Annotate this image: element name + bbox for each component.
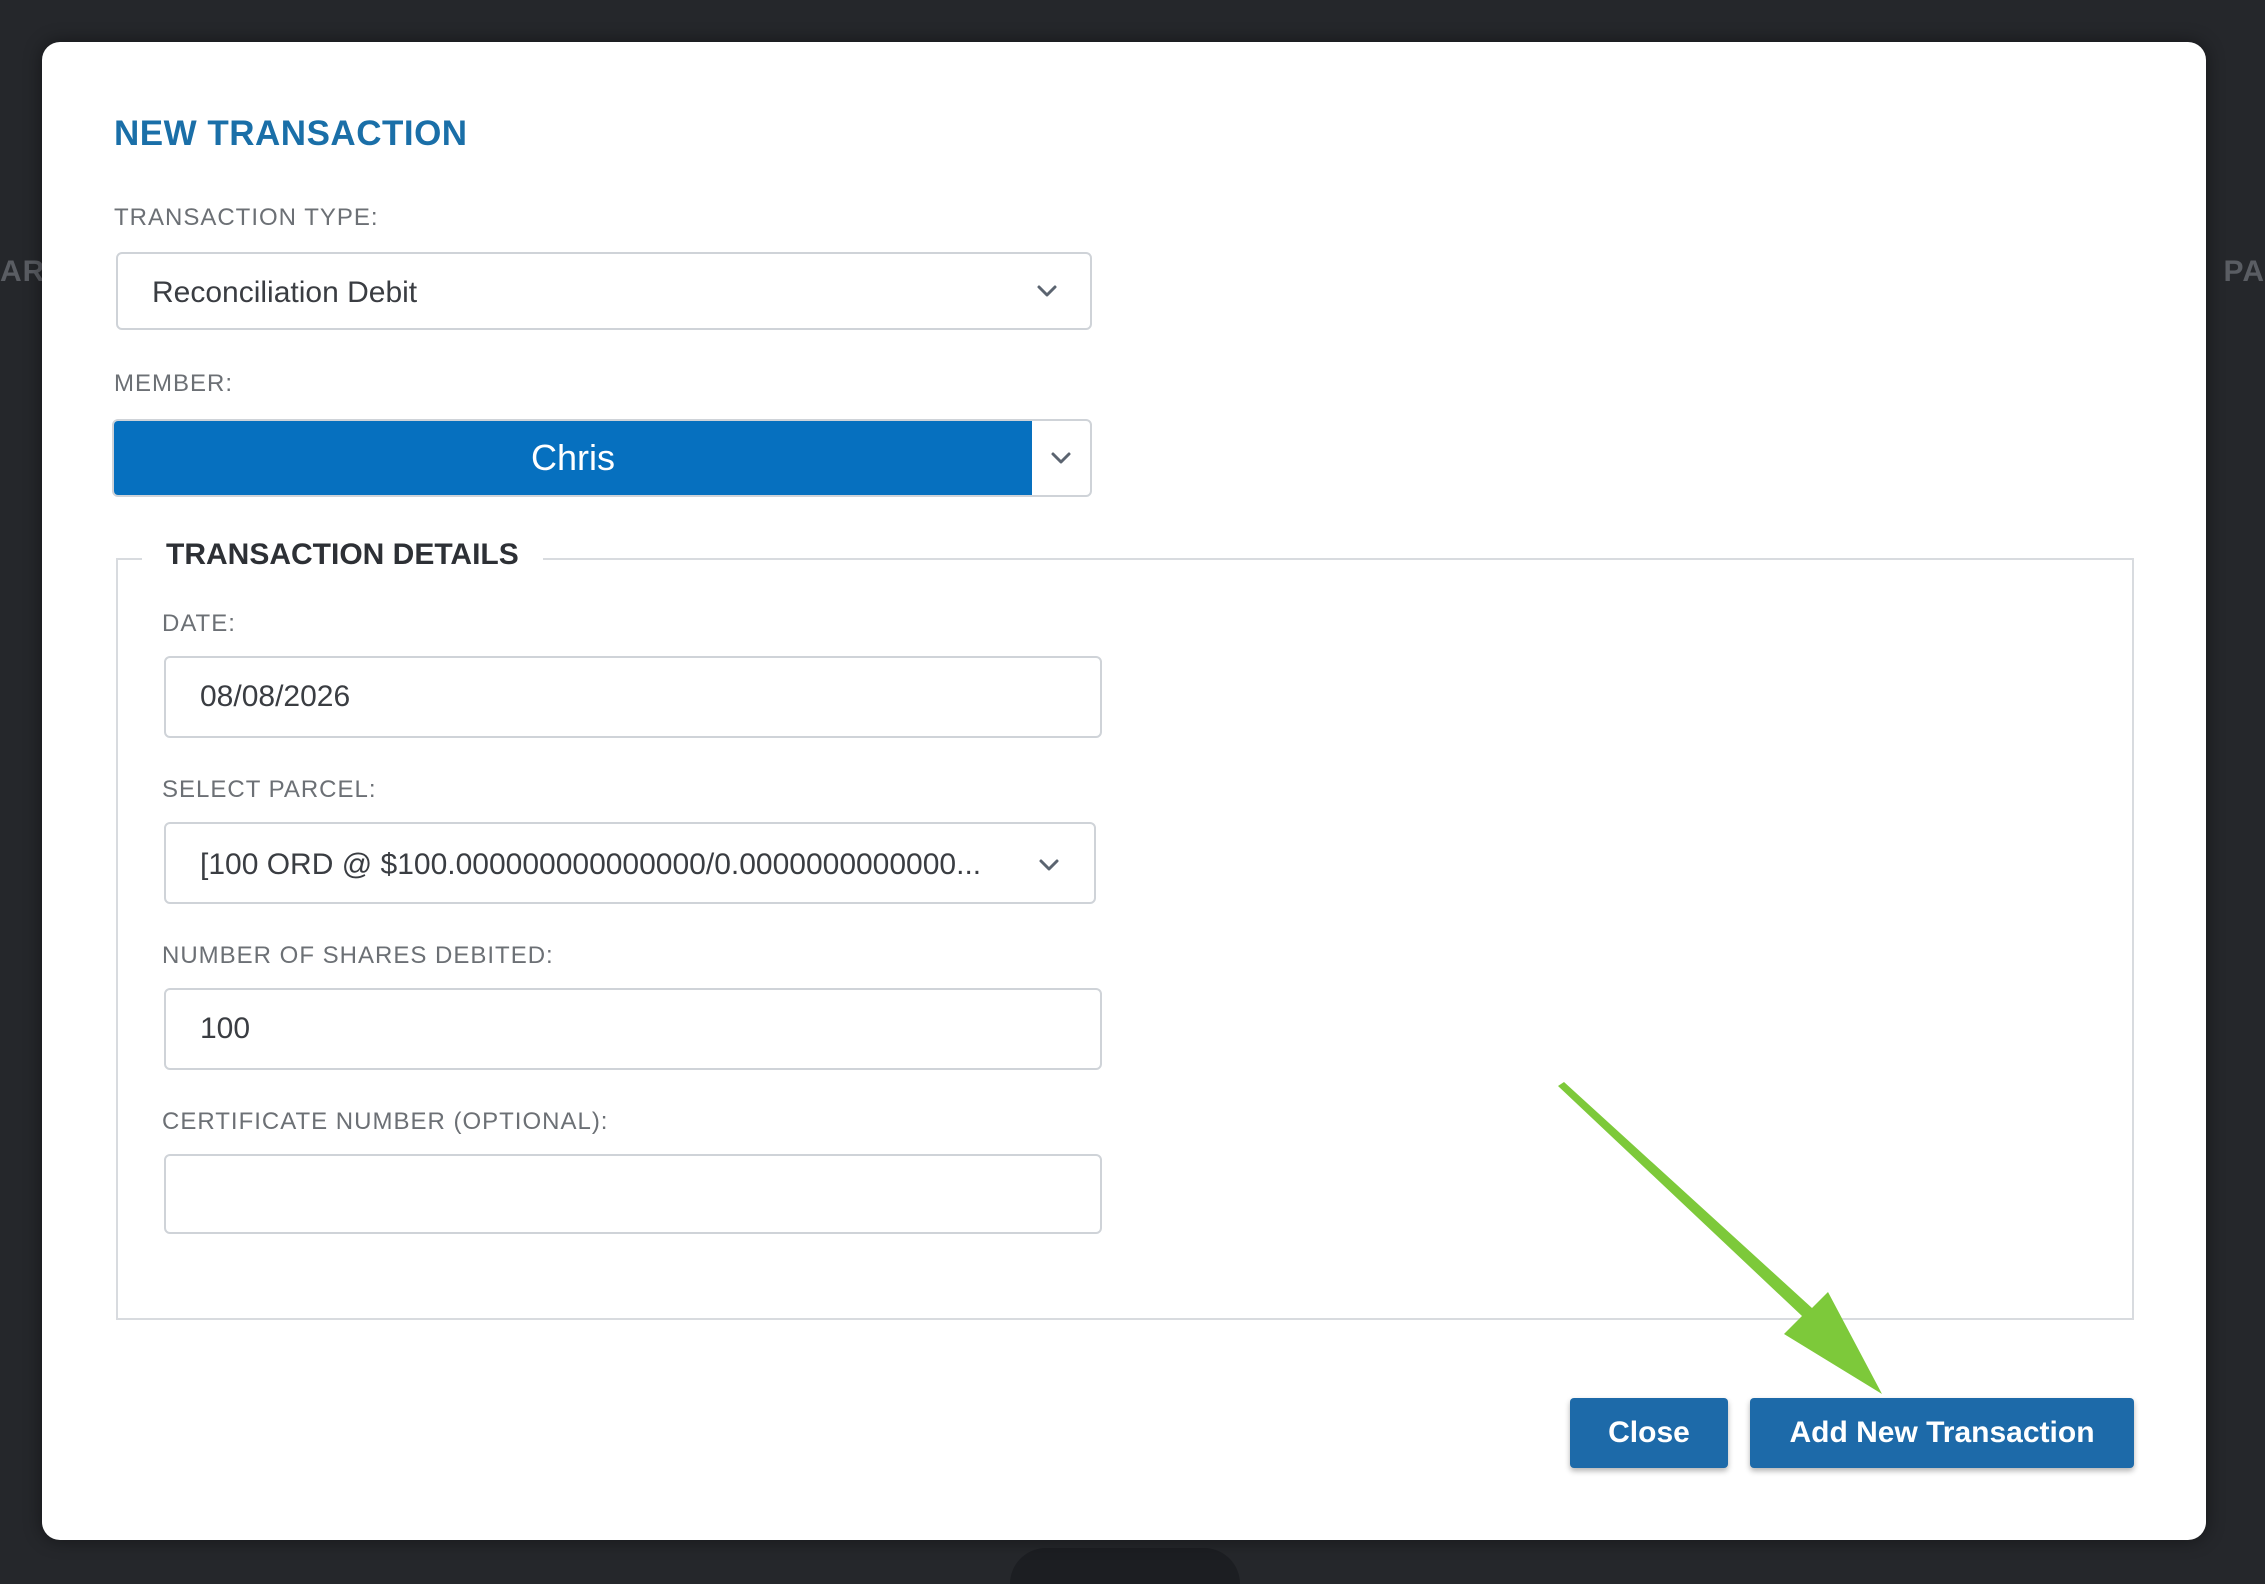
transaction-type-select[interactable]: Reconciliation Debit [116,252,1092,330]
backdrop-text-right: PA [2223,255,2265,288]
transaction-type-label: TRANSACTION TYPE: [114,204,379,231]
chevron-down-icon [1039,859,1059,871]
chevron-down-icon [1037,285,1057,297]
member-selected-value: Chris [114,421,1032,495]
certificate-number-label: CERTIFICATE NUMBER (OPTIONAL): [162,1108,609,1135]
arrow-annotation-icon [1558,1082,1882,1394]
shares-debited-input[interactable] [164,988,1102,1070]
select-parcel-label: SELECT PARCEL: [162,776,377,803]
close-button[interactable]: Close [1570,1398,1728,1468]
new-transaction-modal: NEW TRANSACTION TRANSACTION TYPE: Reconc… [42,42,2206,1540]
add-new-transaction-button[interactable]: Add New Transaction [1750,1398,2134,1468]
transaction-details-legend: TRANSACTION DETAILS [142,538,543,572]
backdrop-shape [1010,1548,1240,1584]
select-parcel-select[interactable]: [100 ORD @ $100.000000000000000/0.000000… [164,822,1096,904]
date-input[interactable] [164,656,1102,738]
chevron-down-icon [1051,452,1071,464]
transaction-type-value: Reconciliation Debit [152,276,418,309]
certificate-number-input[interactable] [164,1154,1102,1234]
member-select[interactable]: Chris [112,419,1092,497]
member-label: MEMBER: [114,370,234,397]
date-label: DATE: [162,610,236,637]
shares-debited-label: NUMBER OF SHARES DEBITED: [162,942,554,969]
modal-title: NEW TRANSACTION [114,114,468,153]
select-parcel-value: [100 ORD @ $100.000000000000000/0.000000… [200,848,982,881]
